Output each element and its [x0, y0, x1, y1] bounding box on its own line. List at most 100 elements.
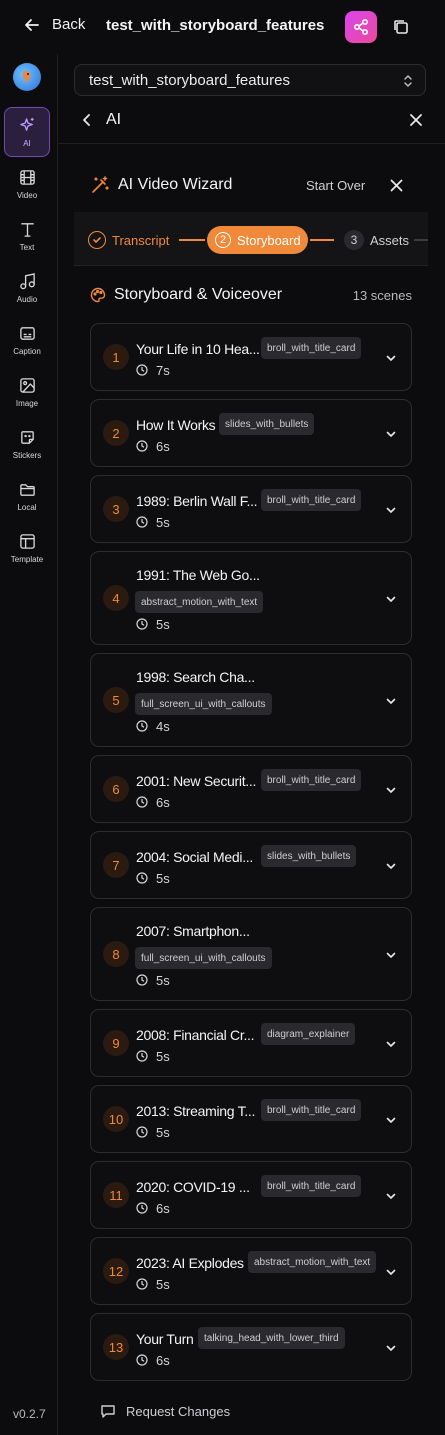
chevron-down-icon[interactable] — [385, 504, 397, 516]
scene-card[interactable]: 9 2008: Financial Cr... diagram_explaine… — [90, 1009, 412, 1077]
text-icon — [20, 222, 34, 237]
clock-icon — [136, 1354, 148, 1366]
share-button[interactable] — [345, 11, 377, 43]
start-over-button[interactable]: Start Over — [306, 178, 365, 193]
scene-duration: 5s — [156, 1049, 170, 1064]
chevron-down-icon[interactable] — [385, 352, 397, 364]
app-logo — [13, 63, 41, 91]
palette-icon — [90, 287, 106, 303]
sidebar-item-caption[interactable]: Caption — [4, 315, 50, 365]
project-select[interactable]: test_with_storyboard_features — [74, 64, 426, 96]
storyboard-header: Storyboard & Voiceover 13 scenes — [58, 280, 445, 310]
chevron-down-icon[interactable] — [385, 860, 397, 872]
scene-card[interactable]: 10 2013: Streaming T... broll_with_title… — [90, 1085, 412, 1153]
scene-title: 2020: COVID-19 ... — [136, 1179, 250, 1195]
chevron-down-icon[interactable] — [385, 593, 397, 605]
step-storyboard[interactable]: 2 Storyboard — [207, 226, 308, 254]
scene-card[interactable]: 5 1998: Search Cha... full_screen_ui_wit… — [90, 653, 412, 747]
scene-card[interactable]: 13 Your Turn talking_head_with_lower_thi… — [90, 1313, 412, 1381]
sidebar-item-image[interactable]: Image — [4, 367, 50, 417]
sidebar-item-audio[interactable]: Audio — [4, 263, 50, 313]
left-toolbar: AI Video Text Audio Caption Image Sticke… — [0, 54, 58, 1435]
chevron-down-icon[interactable] — [385, 1114, 397, 1126]
chevron-left-icon[interactable] — [80, 113, 94, 127]
scene-style-tag: broll_with_title_card — [261, 1175, 362, 1197]
scene-style-tag: full_screen_ui_with_callouts — [135, 693, 272, 715]
sidebar-item-ai[interactable]: AI — [4, 107, 50, 157]
scene-duration: 4s — [156, 719, 170, 734]
sidebar-item-text[interactable]: Text — [4, 211, 50, 261]
step-assets[interactable]: 3 Assets — [344, 226, 409, 254]
scene-title: 2004: Social Medi... — [136, 849, 253, 865]
clock-icon — [136, 796, 148, 808]
scene-title: 1991: The Web Go... — [136, 567, 260, 583]
panel-header: AI — [58, 98, 445, 144]
scene-style-tag: abstract_motion_with_text — [248, 1251, 377, 1273]
clock-icon — [136, 1050, 148, 1062]
scene-card[interactable]: 7 2004: Social Medi... slides_with_bulle… — [90, 831, 412, 899]
message-icon — [101, 1405, 115, 1418]
scene-card[interactable]: 3 1989: Berlin Wall F... broll_with_titl… — [90, 475, 412, 543]
copy-icon[interactable] — [391, 17, 411, 37]
chevron-down-icon[interactable] — [385, 428, 397, 440]
scene-number: 11 — [103, 1182, 129, 1208]
arrow-left-icon — [25, 18, 39, 31]
film-icon — [19, 169, 35, 185]
clock-icon — [136, 872, 148, 884]
chevron-down-icon[interactable] — [385, 1266, 397, 1278]
chevron-down-icon[interactable] — [385, 784, 397, 796]
clock-icon — [136, 440, 148, 452]
sidebar-item-video[interactable]: Video — [4, 159, 50, 209]
clock-icon — [136, 618, 148, 630]
scene-title: 1989: Berlin Wall F... — [136, 493, 258, 509]
step-connector — [179, 239, 205, 241]
scene-title: 2001: New Securit... — [136, 773, 257, 789]
scene-title: 2008: Financial Cr... — [136, 1027, 255, 1043]
step-transcript[interactable]: Transcript — [88, 226, 169, 254]
scene-duration: 5s — [156, 1277, 170, 1292]
scene-card[interactable]: 8 2007: Smartphon... full_screen_ui_with… — [90, 907, 412, 1001]
step-label-transcript: Transcript — [112, 232, 170, 248]
scene-duration: 6s — [156, 1201, 170, 1216]
scene-title: 2023: AI Explodes — [136, 1255, 244, 1271]
request-changes-button[interactable]: Request Changes — [100, 1403, 230, 1419]
scene-style-tag: broll_with_title_card — [261, 1099, 362, 1121]
clock-icon — [136, 720, 148, 732]
scene-number: 7 — [103, 852, 129, 878]
scene-number: 2 — [103, 420, 129, 446]
magic-wand-icon — [92, 176, 109, 193]
scene-card[interactable]: 4 1991: The Web Go... abstract_motion_wi… — [90, 551, 412, 645]
scene-card[interactable]: 11 2020: COVID-19 ... broll_with_title_c… — [90, 1161, 412, 1229]
scene-duration: 5s — [156, 617, 170, 632]
chevron-down-icon[interactable] — [385, 695, 397, 707]
scene-number: 3 — [103, 496, 129, 522]
chevron-down-icon[interactable] — [385, 1342, 397, 1354]
close-wizard-icon[interactable] — [390, 179, 403, 192]
panel-title: AI — [106, 111, 122, 128]
scene-duration: 6s — [156, 795, 170, 810]
chevron-down-icon[interactable] — [385, 1038, 397, 1050]
scene-style-tag: abstract_motion_with_text — [135, 591, 264, 613]
scene-card[interactable]: 2 How It Works slides_with_bullets 6s — [90, 399, 412, 467]
scene-number: 1 — [103, 344, 129, 370]
chevron-down-icon[interactable] — [385, 949, 397, 961]
scene-duration: 6s — [156, 439, 170, 454]
scene-duration: 5s — [156, 973, 170, 988]
chevron-down-icon[interactable] — [385, 1190, 397, 1202]
sidebar-item-stickers[interactable]: Stickers — [4, 419, 50, 469]
scene-card[interactable]: 6 2001: New Securit... broll_with_title_… — [90, 755, 412, 823]
scene-title: Your Turn — [136, 1331, 194, 1347]
sidebar-label-template: Template — [10, 554, 44, 564]
wizard-header: AI Video Wizard Start Over — [58, 164, 445, 208]
sidebar-item-template[interactable]: Template — [4, 523, 50, 573]
scene-card[interactable]: 12 2023: AI Explodes abstract_motion_wit… — [90, 1237, 412, 1305]
caption-icon — [19, 326, 35, 340]
scene-card[interactable]: 1 Your Life in 10 Hea... broll_with_titl… — [90, 323, 412, 391]
scene-number: 5 — [103, 687, 129, 713]
scene-number: 6 — [103, 776, 129, 802]
sidebar-item-local[interactable]: Local — [4, 471, 50, 521]
back-button[interactable]: Back — [24, 16, 85, 33]
image-icon — [19, 377, 35, 393]
sidebar-label-stickers: Stickers — [12, 450, 42, 460]
close-icon[interactable] — [409, 113, 423, 127]
